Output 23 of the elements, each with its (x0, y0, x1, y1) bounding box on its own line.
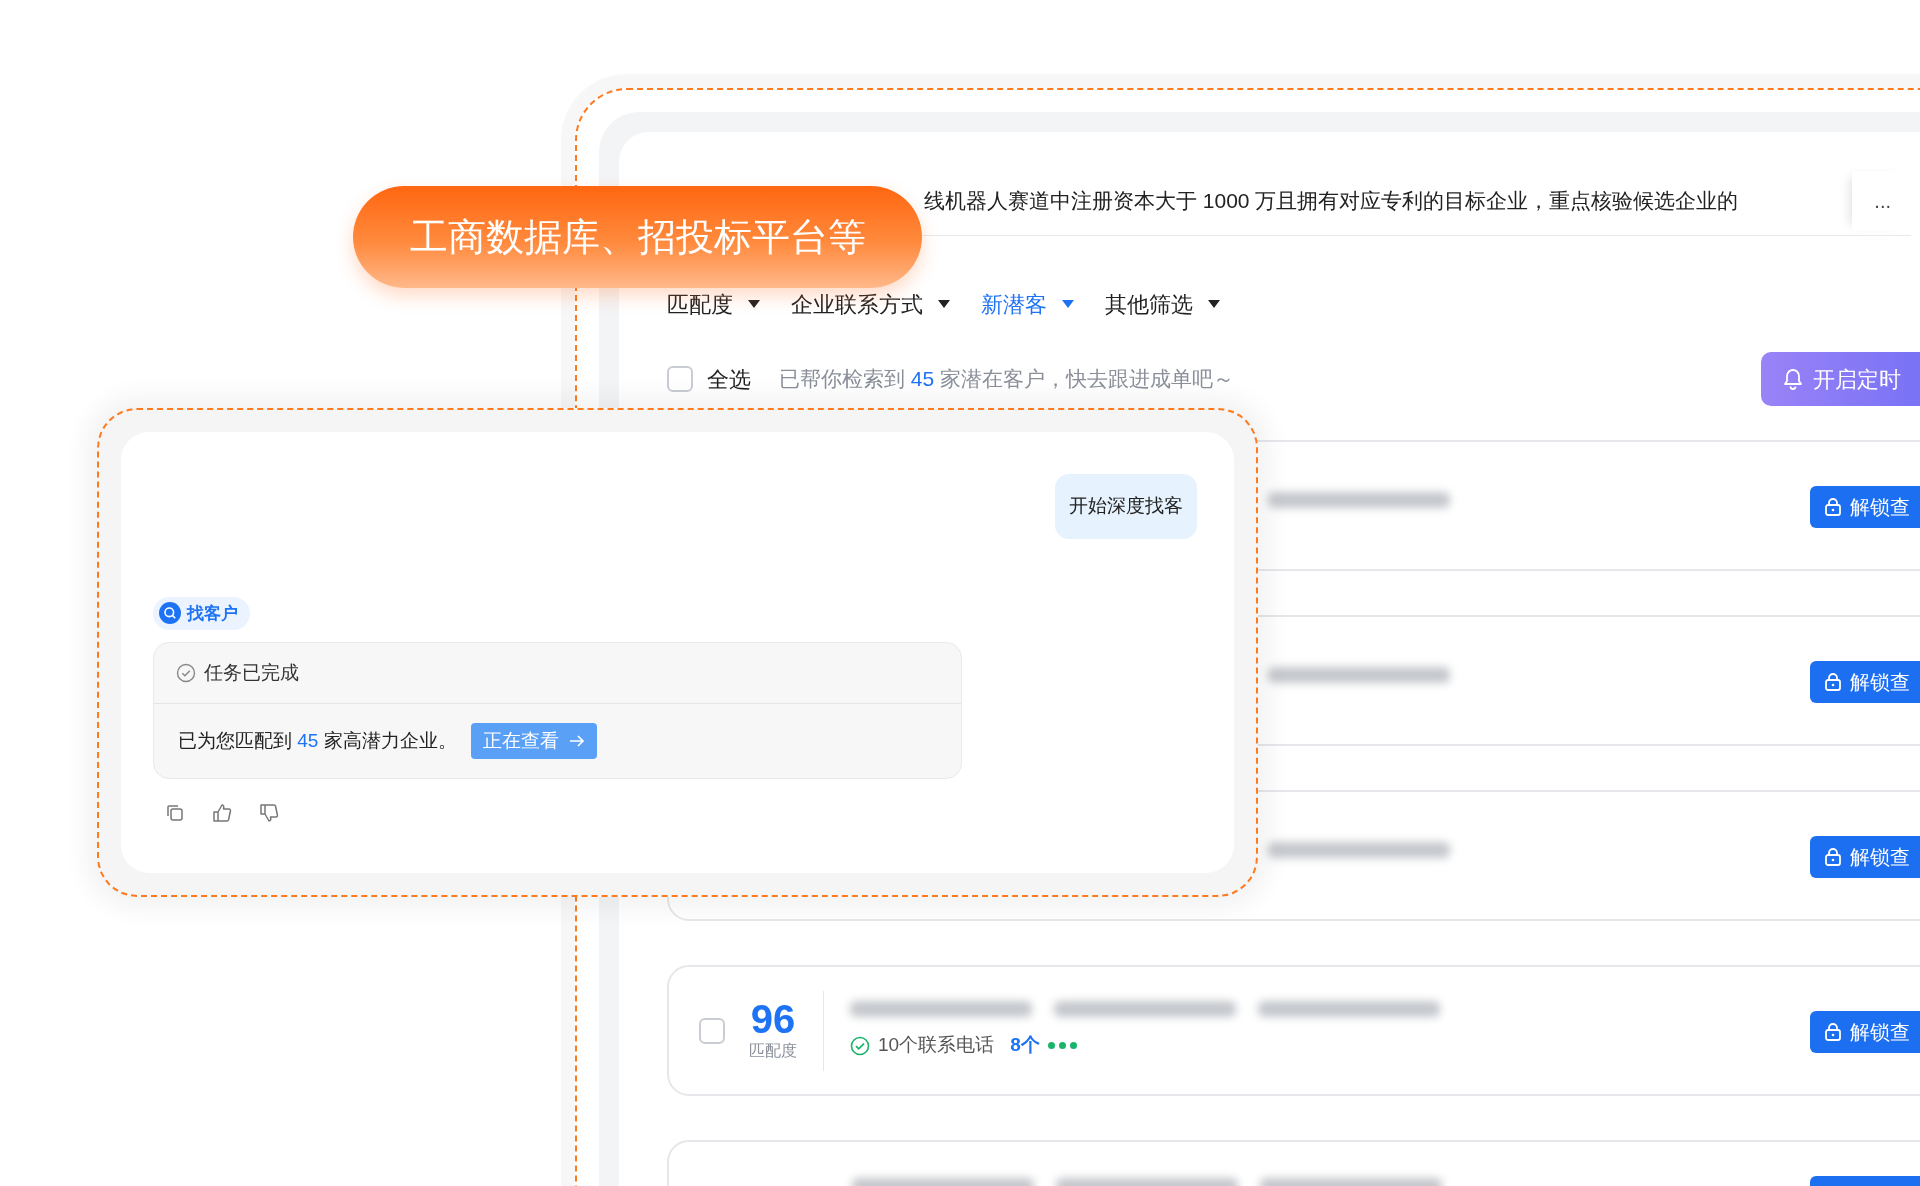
view-button[interactable]: 正在查看 (470, 722, 597, 760)
task-status: 任务已完成 (204, 660, 299, 685)
select-all-label[interactable]: 全选 (707, 362, 751, 396)
unlock-button[interactable]: 解锁查 (1810, 1011, 1920, 1053)
filter-dropdown[interactable]: 匹配度 (667, 287, 761, 321)
unlock-button[interactable]: 解锁查 (1810, 836, 1920, 878)
tool-tag: 找客户 (153, 596, 250, 630)
query-text: 线机器人赛道中注册资本大于 1000 万且拥有对应专利的目标企业，重点核验候选企业的 (924, 187, 1739, 214)
match-score: 96 (750, 998, 796, 1039)
filter-dropdown[interactable]: 新潜客 (981, 287, 1075, 321)
unlock-button[interactable]: 解锁查 (1810, 486, 1920, 528)
result-text: 已为您匹配到 45 家高潜力企业。 (178, 728, 457, 753)
score-label: 匹配度 (749, 1040, 797, 1061)
schedule-button[interactable]: 开启定时 (1761, 352, 1920, 406)
user-message: 开始深度找客 (1055, 474, 1197, 539)
contact-count: 10个联系电话 (878, 1033, 995, 1058)
filter-dropdown[interactable]: 其他筛选 (1105, 287, 1221, 321)
extra-count[interactable]: 8个 (1010, 1031, 1040, 1060)
unlock-button[interactable]: 解锁查 (1810, 661, 1920, 703)
more-button[interactable]: ... (1852, 170, 1911, 231)
summary-text: 已帮你检索到 45 家潜在客户，快去跟进成单吧～ (779, 366, 1235, 393)
filter-dropdown[interactable]: 企业联系方式 (791, 287, 951, 321)
callout-label: 工商数据库、招投标平台等 (353, 186, 922, 288)
